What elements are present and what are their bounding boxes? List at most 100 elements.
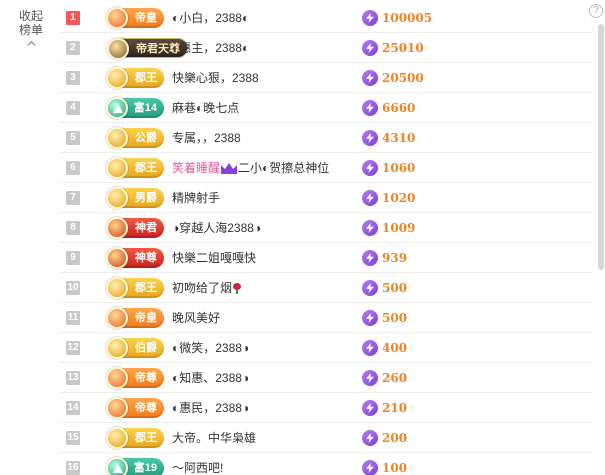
- list-item[interactable]: 5 公爵 专属，，2388 4310: [60, 123, 592, 153]
- user-name[interactable]: ◐惠主，2388◐: [172, 41, 249, 55]
- score: 500: [362, 310, 407, 326]
- user-name[interactable]: 快樂二姐嘎嘎快: [172, 251, 256, 265]
- lightning-icon: [362, 370, 378, 386]
- list-item[interactable]: 3 郡王 快樂心狠，2388 20500: [60, 63, 592, 93]
- scrollbar-thumb[interactable]: [598, 24, 604, 270]
- rank-title-badge: 帝皇: [106, 7, 164, 29]
- lightning-icon: [362, 250, 378, 266]
- rank-number: 14: [66, 401, 80, 415]
- score: 1009: [362, 220, 415, 236]
- collapse-ranking-button[interactable]: 收起 榜单: [14, 9, 48, 48]
- triangle-emblem-icon: [106, 97, 128, 119]
- user-name[interactable]: 精牌射手: [172, 191, 220, 205]
- user-name[interactable]: 晚风美好: [172, 311, 220, 325]
- rank-number: 3: [66, 71, 80, 85]
- user-name[interactable]: 大帝。中华枭雄: [172, 431, 256, 445]
- user-name[interactable]: 初吻给了烟: [172, 281, 242, 295]
- list-item[interactable]: 9 神尊 快樂二姐嘎嘎快 939: [60, 243, 592, 273]
- gold-emblem-icon: [106, 337, 128, 359]
- score-value: 1020: [382, 191, 416, 205]
- lightning-icon: [362, 280, 378, 296]
- rank-number: 13: [66, 371, 80, 385]
- badge-label: 帝尊: [135, 372, 157, 384]
- score-value: 20500: [382, 71, 424, 85]
- list-item[interactable]: 15 郡王 大帝。中华枭雄 200: [60, 423, 592, 453]
- list-item[interactable]: 6 郡王 笑着睡醒 二小◐贺擦总神位 1060: [60, 153, 592, 183]
- badge-label: 富19: [133, 462, 157, 474]
- lightning-icon: [362, 70, 378, 86]
- user-name[interactable]: ◐惠民，2388◑: [172, 401, 249, 415]
- lightning-icon: [362, 10, 378, 26]
- list-item[interactable]: 7 男爵 精牌射手 1020: [60, 183, 592, 213]
- user-name[interactable]: ～阿西吧!: [172, 461, 223, 475]
- score: 939: [362, 250, 407, 266]
- rank-title-badge: 郡王: [106, 67, 164, 89]
- rank-number: 10: [66, 281, 80, 295]
- list-item[interactable]: 13 帝尊 ◐知惠、2388◑ 260: [60, 363, 592, 393]
- score-value: 4310: [382, 131, 416, 145]
- rank-title-badge: 男爵: [106, 187, 164, 209]
- score-value: 400: [382, 341, 408, 355]
- user-name-text: 大帝。中华枭雄: [172, 431, 257, 445]
- list-item[interactable]: 12 伯爵 ◐微笑，2388◑ 400: [60, 333, 592, 363]
- red-emblem-icon: [106, 217, 128, 239]
- rose-icon: [233, 283, 242, 294]
- user-name[interactable]: 专属，，2388: [172, 131, 241, 145]
- user-name[interactable]: ◑穿越人海2388◑: [172, 221, 261, 235]
- gold-emblem-icon: [106, 127, 128, 149]
- list-item[interactable]: 8 神君 ◑穿越人海2388◑ 1009: [60, 213, 592, 243]
- lightning-icon: [362, 130, 378, 146]
- badge-label: 帝皇: [135, 312, 157, 324]
- user-name[interactable]: ◐微笑，2388◑: [172, 341, 249, 355]
- gold-emblem-icon: [106, 187, 128, 209]
- user-name[interactable]: ◐知惠、2388◑: [172, 371, 249, 385]
- list-item[interactable]: 4 富14 麻巷◐晚七点 6660: [60, 93, 592, 123]
- user-name[interactable]: 麻巷◐晚七点: [172, 101, 239, 115]
- badge-label: 神尊: [135, 252, 157, 264]
- rank-number: 16: [66, 461, 80, 475]
- score-value: 100005: [382, 11, 433, 25]
- list-item[interactable]: 11 帝皇 晚风美好 500: [60, 303, 592, 333]
- score-value: 939: [382, 251, 408, 265]
- rank-title-badge: 富19: [106, 457, 164, 475]
- score: 200: [362, 430, 407, 446]
- ranking-label: 榜单: [18, 23, 43, 37]
- score-value: 260: [382, 371, 408, 385]
- list-item[interactable]: 1 帝皇 ◐小白，2388◐ 100005: [60, 3, 592, 33]
- scrollbar[interactable]: [598, 24, 604, 472]
- user-name[interactable]: 笑着睡醒 二小◐贺擦总神位: [172, 161, 329, 175]
- user-name-text: 麻巷◐晚七点: [172, 101, 240, 115]
- user-name-text: 笑着睡醒: [172, 161, 221, 175]
- user-name[interactable]: ◐小白，2388◐: [172, 11, 249, 25]
- user-name-text: ◐微笑，2388◑: [172, 341, 250, 355]
- score: 25010: [362, 40, 424, 56]
- score: 500: [362, 280, 407, 296]
- user-name-text: 快樂心狠，2388: [172, 71, 259, 85]
- user-name-text: ◑穿越人海2388◑: [172, 221, 262, 235]
- list-item[interactable]: 10 郡王 初吻给了烟 500: [60, 273, 592, 303]
- list-item[interactable]: 14 帝尊 ◐惠民，2388◑ 210: [60, 393, 592, 423]
- list-item[interactable]: 16 富19 ～阿西吧! 100: [60, 453, 592, 475]
- score-value: 1009: [382, 221, 416, 235]
- score-value: 25010: [382, 41, 424, 55]
- score-value: 100: [382, 461, 408, 475]
- lightning-icon: [362, 190, 378, 206]
- badge-label: 公爵: [135, 132, 157, 144]
- badge-label: 神君: [135, 222, 157, 234]
- score-value: 1060: [382, 161, 416, 175]
- user-name[interactable]: 快樂心狠，2388: [172, 71, 259, 85]
- badge-label: 伯爵: [135, 342, 157, 354]
- rank-number: 8: [66, 221, 80, 235]
- crown-emblem-icon: [106, 7, 128, 29]
- score: 400: [362, 340, 407, 356]
- armor-emblem-icon: [107, 38, 129, 60]
- score: 20500: [362, 70, 424, 86]
- user-name-suffix: 二小◐贺擦总神位: [238, 161, 330, 175]
- rank-title-badge: 神君: [106, 217, 164, 239]
- badge-label: 男爵: [135, 192, 157, 204]
- gold-emblem-icon: [106, 67, 128, 89]
- list-item[interactable]: 2 帝君天尊 ◐惠主，2388◐ 25010: [60, 33, 592, 63]
- score-value: 500: [382, 281, 408, 295]
- rank-title-badge: 郡王: [106, 427, 164, 449]
- score: 1020: [362, 190, 415, 206]
